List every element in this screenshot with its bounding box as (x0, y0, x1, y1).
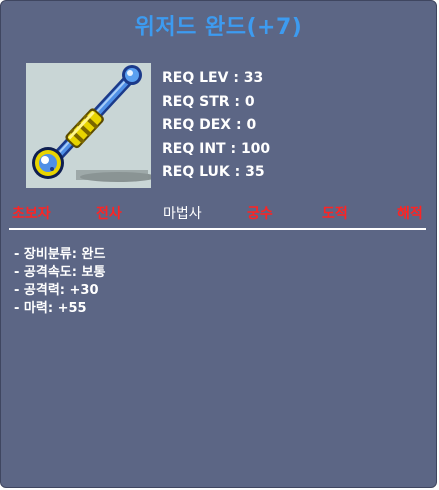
item-icon-frame (26, 63, 156, 188)
req-luk: REQ LUK : 35 (162, 164, 265, 180)
stat-category: - 장비분류: 완드 (14, 247, 106, 262)
req-dex: REQ DEX : 0 (162, 117, 257, 133)
job-beginner: 초보자 (12, 206, 51, 222)
job-warrior: 전사 (96, 206, 122, 222)
requirements-list: REQ LEV : 33 REQ STR : 0 REQ DEX : 0 REQ… (162, 67, 270, 185)
req-level: REQ LEV : 33 (162, 70, 264, 86)
req-int: REQ INT : 100 (162, 140, 271, 157)
stat-magic: - 마력: +55 (14, 301, 87, 316)
item-name: 위저드 완드(+7) (134, 15, 303, 40)
divider (9, 228, 426, 230)
job-pirate: 해적 (397, 206, 423, 222)
stats-list: - 장비분류: 완드 - 공격속도: 보통 - 공격력: +30 - 마력: +… (14, 246, 105, 318)
wand-icon (32, 65, 156, 182)
item-tooltip: 위저드 완드(+7) REQ LEV: 33 REQ STR: 0 REQ … (0, 0, 437, 488)
req-str: REQ STR : 0 (162, 93, 255, 110)
stat-attack-speed: - 공격속도: 보통 (14, 265, 106, 280)
job-thief: 도적 (322, 206, 348, 222)
job-bowman: 궁수 (247, 206, 273, 222)
job-row: 초보자 전사 마법사 궁수 도적 해적 (1, 203, 436, 223)
stat-attack: - 공격력: +30 (14, 283, 99, 298)
job-magician: 마법사 (163, 206, 202, 222)
